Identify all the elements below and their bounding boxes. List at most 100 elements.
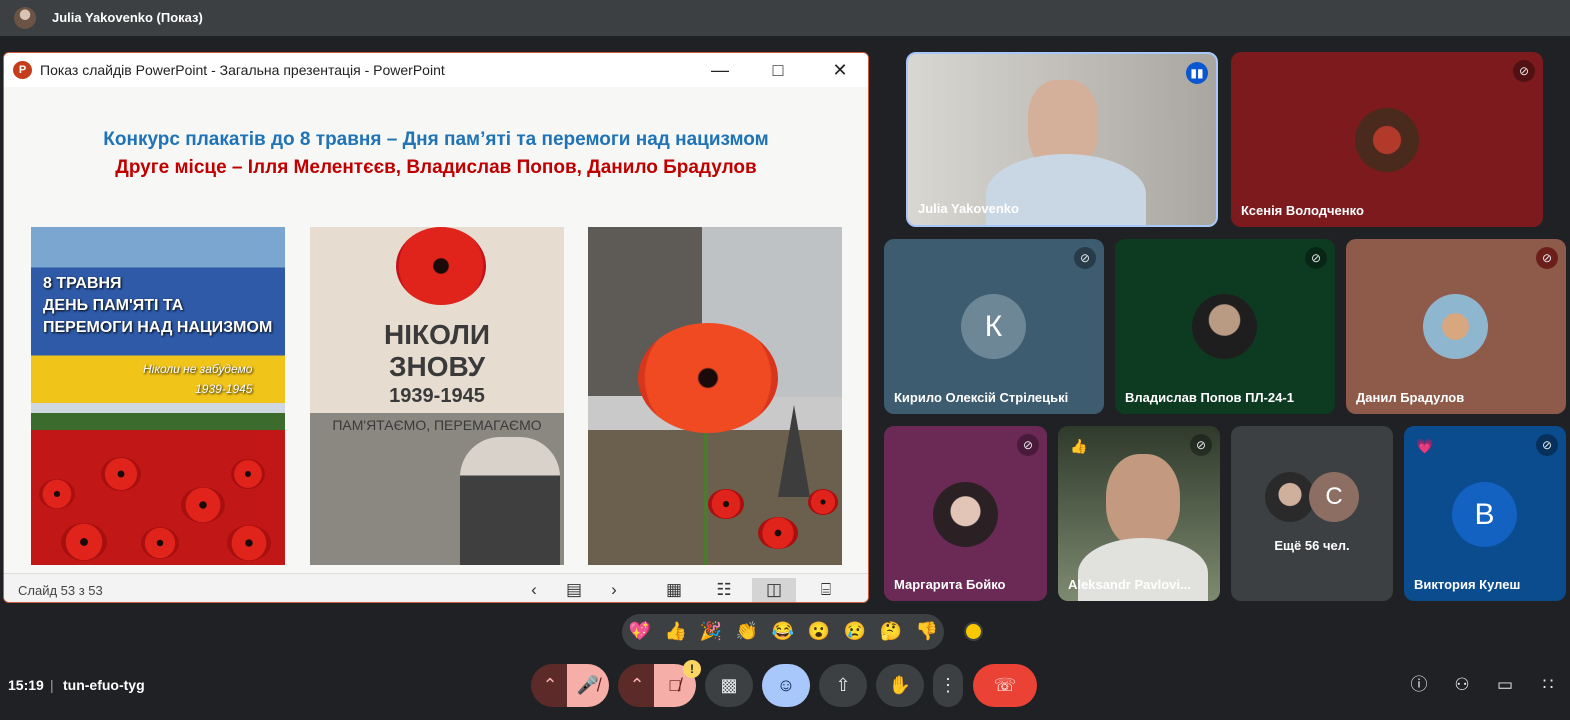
participant-name: Aleksandr Pavlovi... (1068, 577, 1191, 592)
participant-tile-kseniia[interactable]: ⊘ Ксенія Володченко (1231, 52, 1543, 227)
participant-name: Julia Yakovenko (918, 201, 1019, 216)
previous-slide-icon[interactable]: ‹ (512, 578, 556, 602)
poster-2: НІКОЛИ ЗНОВУ 1939-1945 ПАМ'ЯТАЄМО, ПЕРЕМ… (310, 227, 564, 565)
captions-button[interactable]: ▩ (705, 664, 753, 707)
meeting-time: 15:19 (8, 677, 44, 693)
presenter-name: Julia Yakovenko (Показ) (52, 10, 203, 25)
emoji-reactions-button[interactable]: ☺ (762, 664, 810, 707)
poppy-image (758, 517, 798, 549)
present-screen-button[interactable]: ⇧ (819, 664, 867, 707)
chat-icon[interactable]: ▭ (1493, 673, 1517, 697)
avatar: К (961, 294, 1026, 359)
avatar (933, 482, 998, 547)
participant-video (1106, 454, 1180, 548)
mic-off-button[interactable]: 🎤̸ (567, 664, 609, 707)
poppy-image (808, 489, 838, 515)
clap-icon[interactable]: 👏 (734, 621, 760, 642)
avatar (1192, 294, 1257, 359)
mic-off-icon: ⊘ (1074, 247, 1096, 269)
participant-tile-aleksandr[interactable]: 👍 ⊘ Aleksandr Pavlovi... (1058, 426, 1220, 601)
more-options-button[interactable]: ⋮ (933, 664, 963, 707)
speaking-indicator-icon: ▮▮ (1186, 62, 1208, 84)
presenter-avatar (14, 7, 36, 29)
minimize-icon[interactable]: — (700, 57, 740, 83)
people-icon[interactable]: ⚇ (1450, 673, 1474, 697)
slide-sorter-icon[interactable]: ▤ (552, 578, 596, 602)
mic-options-chevron-up-icon[interactable]: ⌃ (531, 664, 569, 707)
mic-off-icon: ⊘ (1190, 434, 1212, 456)
meeting-code: tun-efuo-tyg (63, 677, 145, 693)
participant-tile-marharyta[interactable]: ⊘ Маргарита Бойко (884, 426, 1047, 601)
poster1-subtext: Ніколи не забудемо 1939-1945 (143, 359, 252, 399)
poster2-line1: НІКОЛИ (384, 319, 490, 350)
reactions-bar: 💖 👍 🎉 👏 😂 😮 😢 🤔 👎 (622, 614, 944, 650)
next-slide-icon[interactable]: › (592, 578, 636, 602)
poppy-image (231, 459, 265, 489)
participant-name: Кирило Олексій Стрілецькі (894, 390, 1069, 405)
poster1-heading: 8 ТРАВНЯ ДЕНЬ ПАМ'ЯТІ ТА ПЕРЕМОГИ НАД НА… (43, 273, 272, 339)
normal-view-icon[interactable]: ▦ (652, 578, 696, 602)
thumbs-up-icon: 👍 (1070, 438, 1088, 454)
poppy-image (141, 527, 179, 559)
activities-icon[interactable]: ∷ (1536, 673, 1560, 697)
poppy-image (61, 523, 107, 561)
slide-title-line2: Друге місце – Ілля Мелентєєв, Владислав … (115, 157, 757, 178)
laugh-icon[interactable]: 😂 (770, 621, 796, 642)
participant-tile-kyrylo[interactable]: К ⊘ Кирило Олексій Стрілецькі (884, 239, 1104, 414)
party-icon[interactable]: 🎉 (698, 621, 724, 642)
participant-name: Ксенія Володченко (1241, 203, 1364, 218)
poppy-image (101, 457, 141, 491)
avatar (1355, 108, 1419, 172)
heart-icon: 💗 (1416, 438, 1434, 454)
powerpoint-window[interactable]: P Показ слайдів PowerPoint - Загальна пр… (3, 52, 869, 603)
veteran-image (460, 437, 560, 565)
slide-canvas: Конкурс плакатів до 8 травня – Дня пам’я… (4, 87, 868, 573)
poster-3 (588, 227, 842, 565)
ppt-status-bar: Слайд 53 з 53 ‹ ▤ › ▦ ☷ ◫ ⌸ (4, 573, 868, 602)
separator: | (50, 677, 54, 693)
participant-tile-danyl[interactable]: ⊘ Данил Брадулов (1346, 239, 1566, 414)
poster1-sub1: Ніколи не забудемо (143, 362, 253, 376)
thinking-icon[interactable]: 🤔 (878, 621, 904, 642)
poster2-line2: ЗНОВУ (388, 351, 486, 382)
participant-name: Владислав Попов ПЛ-24-1 (1125, 390, 1294, 405)
poppy-image (39, 479, 75, 509)
mic-off-icon: ⊘ (1513, 60, 1535, 82)
avatar: С (1309, 472, 1359, 522)
sad-icon[interactable]: 😢 (842, 621, 868, 642)
poster2-line4: ПАМ'ЯТАЄМО, ПЕРЕМАГАЄМО (332, 417, 542, 433)
poster-1: 8 ТРАВНЯ ДЕНЬ ПАМ'ЯТІ ТА ПЕРЕМОГИ НАД НА… (31, 227, 285, 565)
poster1-line1: 8 ТРАВНЯ (43, 275, 122, 292)
eiffel-tower-image (778, 405, 810, 497)
thumbs-up-icon[interactable]: 👍 (663, 621, 689, 642)
thumbs-down-icon[interactable]: 👎 (914, 621, 940, 642)
ppt-titlebar: P Показ слайдів PowerPoint - Загальна пр… (4, 53, 868, 87)
poster1-line3: ПЕРЕМОГИ НАД НАЦИЗМОМ (43, 319, 273, 336)
participant-tile-more[interactable]: С Ещё 56 чел. (1231, 426, 1393, 601)
maximize-icon[interactable]: □ (758, 57, 798, 83)
end-call-button[interactable]: ☏ (973, 664, 1037, 707)
participant-tile-julia[interactable]: ▮▮ Julia Yakovenko (906, 52, 1218, 227)
avatar (1423, 294, 1488, 359)
slide-counter: Слайд 53 з 53 (18, 583, 103, 598)
poppy-stem (704, 427, 708, 565)
top-bar: Julia Yakovenko (Показ) (0, 0, 1570, 36)
skin-tone-selector[interactable] (964, 622, 983, 641)
camera-options-chevron-up-icon[interactable]: ⌃ (618, 664, 656, 707)
warning-badge-icon: ! (683, 660, 701, 678)
participant-tile-viktoriia[interactable]: В 💗 ⊘ Виктория Кулеш (1404, 426, 1566, 601)
surprised-icon[interactable]: 😮 (806, 621, 832, 642)
avatar (1265, 472, 1315, 522)
info-icon[interactable]: ⓘ (1407, 673, 1431, 697)
powerpoint-icon: P (13, 61, 32, 79)
presenter-view-icon[interactable]: ⌸ (804, 578, 848, 602)
ppt-window-title: Показ слайдів PowerPoint - Загальна през… (40, 62, 445, 78)
sparkling-heart-icon[interactable]: 💖 (627, 621, 653, 642)
raise-hand-button[interactable]: ✋ (876, 664, 924, 707)
participant-tile-vladyslav[interactable]: ⊘ Владислав Попов ПЛ-24-1 (1115, 239, 1335, 414)
close-icon[interactable]: ✕ (820, 57, 860, 83)
reading-view-icon[interactable]: ◫ (752, 578, 796, 602)
poppy-image (638, 323, 778, 433)
poster1-sub2: 1939-1945 (195, 382, 253, 396)
grid-view-icon[interactable]: ☷ (702, 578, 746, 602)
